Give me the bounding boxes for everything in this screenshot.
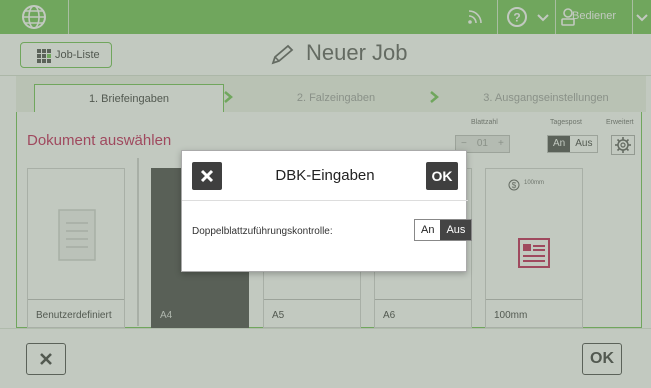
screen: ? Bediener Job-Liste Neuer Job 1. Briefe… <box>0 0 651 388</box>
dbk-field-label: Doppelblattzuführungskontrolle: <box>192 226 333 237</box>
dialog-ok-button[interactable]: OK <box>426 162 458 190</box>
dbk-dialog: DBK-Eingaben OK Doppelblattzuführungskon… <box>181 150 473 272</box>
dbk-toggle[interactable]: An Aus <box>414 219 473 241</box>
dbk-toggle-off[interactable]: Aus <box>440 220 472 240</box>
dialog-header: DBK-Eingaben OK <box>182 151 468 201</box>
dbk-toggle-on[interactable]: An <box>415 220 441 240</box>
